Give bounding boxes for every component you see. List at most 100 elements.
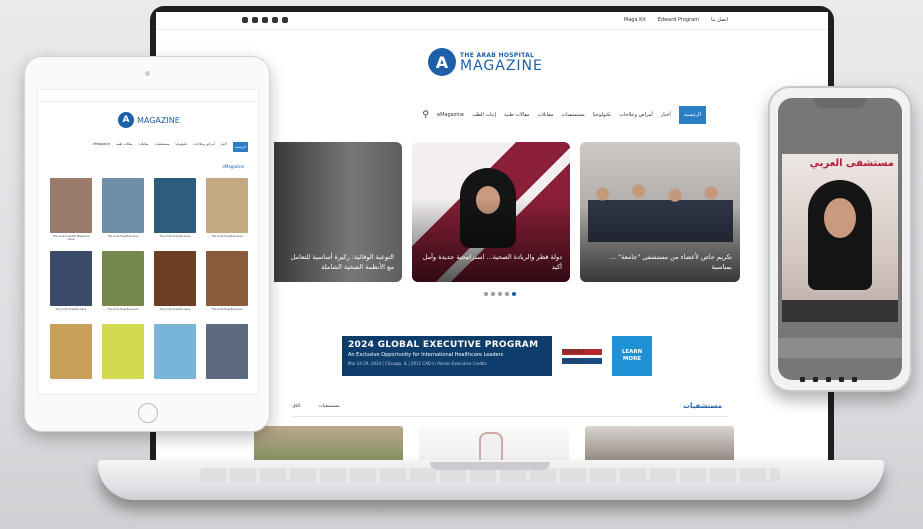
nav-item-interviews[interactable]: مقابلات	[538, 112, 554, 118]
learn-more-button[interactable]: LEARN MORE	[612, 336, 652, 376]
magazine-item[interactable]: The Arab Hospital Issue	[154, 251, 196, 311]
top-links: Maga Kit Edward Program اتصل بنا	[624, 17, 728, 23]
slide-caption: دولة قطر والريادة الصحية... استراتيجية ج…	[422, 253, 562, 271]
magazine-item[interactable]: The Arab Hospital Issue	[102, 251, 144, 311]
nav-item-technology[interactable]: تكنولوجيا	[593, 112, 611, 118]
tablet-nav-item[interactable]: الرئيسية	[233, 142, 248, 152]
laptop-hinge	[430, 462, 550, 470]
tablet-nav-item[interactable]: أخبار	[221, 142, 227, 152]
magazine-item[interactable]: The Arab Hospital Issue	[50, 251, 92, 311]
magazine-grid: The Arab Hospital Magazine Issue The Arab…	[50, 178, 250, 379]
nav-item-diseases[interactable]: أمراض وعلاجات	[619, 112, 653, 118]
magazine-caption: The Arab Hospital Issue	[107, 308, 139, 311]
nav-item-hospitals[interactable]: مستشفيات	[561, 112, 584, 118]
laptop-keyboard	[200, 468, 780, 482]
magazine-caption: The Arab Hospital Issue	[211, 235, 243, 238]
ad-banner[interactable]: 2024 GLOBAL EXECUTIVE PROGRAM An Exclusi…	[342, 336, 652, 376]
top-link-contact[interactable]: اتصل بنا	[711, 17, 728, 23]
linkedin-icon[interactable]	[262, 17, 268, 23]
logo-mark: A	[428, 48, 456, 76]
tablet-nav-item[interactable]: مستشفيات	[155, 142, 170, 152]
magazine-item[interactable]: The Arab Hospital Issue	[154, 178, 196, 238]
home-button[interactable]	[138, 403, 158, 423]
magazine-caption: The Arab Hospital Issue	[159, 235, 191, 238]
phone-notch	[814, 98, 866, 108]
slide-1[interactable]: التوعية الوقائية: ركيزة أساسية للتعامل م…	[274, 142, 402, 282]
nav-item-emagazine[interactable]: eMagazine	[437, 112, 464, 118]
logo-mark: A	[118, 112, 134, 128]
slide-caption: التوعية الوقائية: ركيزة أساسية للتعامل م…	[290, 253, 394, 271]
tablet-nav-item[interactable]: eMagazine	[93, 142, 110, 152]
tablet-screen: A MAGAZINE الرئيسية أخبار أمراض وعلاجات …	[37, 89, 259, 395]
magazine-item[interactable]	[206, 324, 248, 379]
featured-slider: التوعية الوقائية: ركيزة أساسية للتعامل م…	[274, 142, 744, 282]
slider-dot-active[interactable]	[512, 292, 516, 296]
logo-line2: MAGAZINE	[137, 115, 180, 125]
cover-title: مستشفى العربي	[809, 158, 894, 169]
tablet-device: A MAGAZINE الرئيسية أخبار أمراض وعلاجات …	[24, 56, 270, 432]
slide-2[interactable]: دولة قطر والريادة الصحية... استراتيجية ج…	[412, 142, 570, 282]
linkedin-icon[interactable]	[826, 377, 831, 382]
tablet-nav-item[interactable]: تكنولوجيا	[176, 142, 188, 152]
tablet-top-bar	[38, 90, 258, 102]
facebook-icon[interactable]	[800, 377, 805, 382]
logo-line2: MAGAZINE	[460, 57, 543, 74]
banner-text: 2024 GLOBAL EXECUTIVE PROGRAM An Exclusi…	[342, 336, 552, 376]
nav-item-evidence[interactable]: إثبات الطب	[472, 112, 496, 118]
magazine-caption: The Arab Hospital Issue	[211, 308, 243, 311]
search-icon[interactable]: ⚲	[422, 110, 429, 120]
divider	[292, 416, 728, 417]
nav-item-articles[interactable]: مقالات طبية	[504, 112, 530, 118]
magazine-caption: The Arab Hospital Issue	[159, 308, 191, 311]
magazine-item[interactable]: The Arab Hospital Magazine Issue	[50, 178, 92, 241]
tablet-nav: الرئيسية أخبار أمراض وعلاجات تكنولوجيا م…	[50, 142, 248, 152]
slider-dot[interactable]	[498, 292, 502, 296]
phone-device: مستشفى العربي	[768, 86, 912, 392]
banner-title: 2024 GLOBAL EXECUTIVE PROGRAM	[348, 340, 539, 350]
banner-details: Mar 24-29, 2024 | Chicago, IL | 2011 CAD…	[348, 361, 487, 366]
magazine-item[interactable]: The Arab Hospital Issue	[206, 251, 248, 311]
nav-item-home[interactable]: الرئيسية	[678, 106, 706, 124]
camera-icon	[145, 71, 150, 76]
youtube-icon[interactable]	[252, 17, 258, 23]
logo-text: THE ARAB HOSPITAL MAGAZINE	[460, 52, 543, 73]
partner-logo: CHICAGO	[562, 357, 602, 364]
nav-item-news[interactable]: أخبار	[661, 112, 671, 118]
phone-screen: مستشفى العربي	[778, 98, 902, 380]
x-icon[interactable]	[272, 17, 278, 23]
slider-dot[interactable]	[484, 292, 488, 296]
phone-content-band	[778, 338, 902, 358]
top-link-maga-kit[interactable]: Maga Kit	[624, 17, 646, 23]
tablet-nav-item[interactable]: أمراض وعلاجات	[193, 142, 214, 152]
main-nav: الرئيسية أخبار أمراض وعلاجات تكنولوجيا م…	[296, 104, 706, 126]
magazine-caption: The Arab Hospital Magazine Issue	[52, 235, 90, 241]
magazine-item[interactable]: The Arab Hospital Issue	[206, 178, 248, 238]
instagram-icon[interactable]	[852, 377, 857, 382]
tab-all[interactable]: الكل	[292, 404, 301, 409]
slider-dot[interactable]	[505, 292, 509, 296]
x-icon[interactable]	[839, 377, 844, 382]
slider-dot[interactable]	[491, 292, 495, 296]
slide-3[interactable]: تكريم خاص لأعضاء من مستشفى "جامعة" ... ب…	[580, 142, 740, 282]
facebook-icon[interactable]	[242, 17, 248, 23]
partner-logo: STANFORD	[562, 348, 602, 355]
phone-social-icons	[800, 377, 857, 382]
magazine-item[interactable]	[154, 324, 196, 379]
magazine-item[interactable]: The Arab Hospital Issue	[102, 178, 144, 238]
section-title: مستشفيات	[683, 402, 722, 410]
tablet-nav-item[interactable]: مقالات طبية	[116, 142, 132, 152]
slide-caption: تكريم خاص لأعضاء من مستشفى "جامعة" ... ب…	[609, 253, 732, 271]
magazine-item[interactable]	[102, 324, 144, 379]
top-link-program[interactable]: Edward Program	[658, 17, 699, 23]
site-logo[interactable]: A THE ARAB HOSPITAL MAGAZINE	[428, 48, 543, 76]
instagram-icon[interactable]	[282, 17, 288, 23]
youtube-icon[interactable]	[813, 377, 818, 382]
magazine-item[interactable]	[50, 324, 92, 379]
cover-footer	[782, 300, 898, 322]
banner-subtitle: An Exclusive Opportunity for Internation…	[348, 352, 504, 358]
tablet-logo[interactable]: A MAGAZINE	[118, 112, 180, 128]
tab-hospitals[interactable]: مستشفيات	[319, 404, 340, 409]
tablet-nav-item[interactable]: مقابلات	[139, 142, 149, 152]
magazine-cover[interactable]: مستشفى العربي	[782, 154, 898, 322]
top-bar: Maga Kit Edward Program اتصل بنا	[156, 12, 828, 30]
